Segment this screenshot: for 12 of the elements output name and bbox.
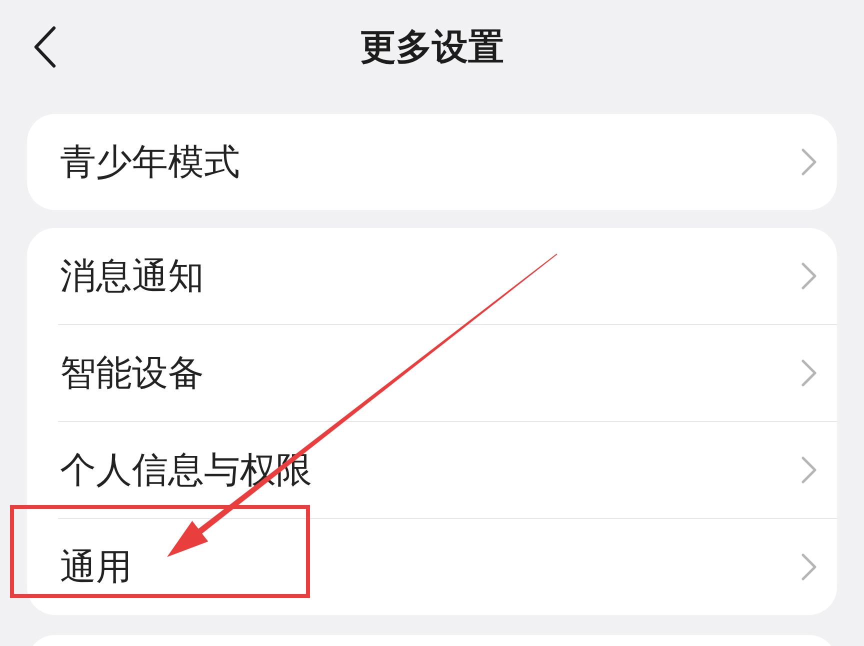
chevron-right-icon	[801, 456, 817, 484]
settings-item[interactable]: 青少年模式	[27, 114, 837, 210]
settings-item[interactable]: 消息通知	[27, 228, 837, 324]
chevron-right-icon	[801, 553, 817, 581]
page-title: 更多设置	[360, 26, 504, 70]
chevron-right-icon	[801, 262, 817, 290]
back-icon	[33, 26, 57, 68]
settings-item[interactable]: 智能设备	[27, 325, 837, 421]
settings-item[interactable]: 通用	[27, 519, 837, 615]
chevron-right-icon	[801, 148, 817, 176]
back-button[interactable]	[33, 26, 57, 68]
chevron-right-icon	[801, 359, 817, 387]
